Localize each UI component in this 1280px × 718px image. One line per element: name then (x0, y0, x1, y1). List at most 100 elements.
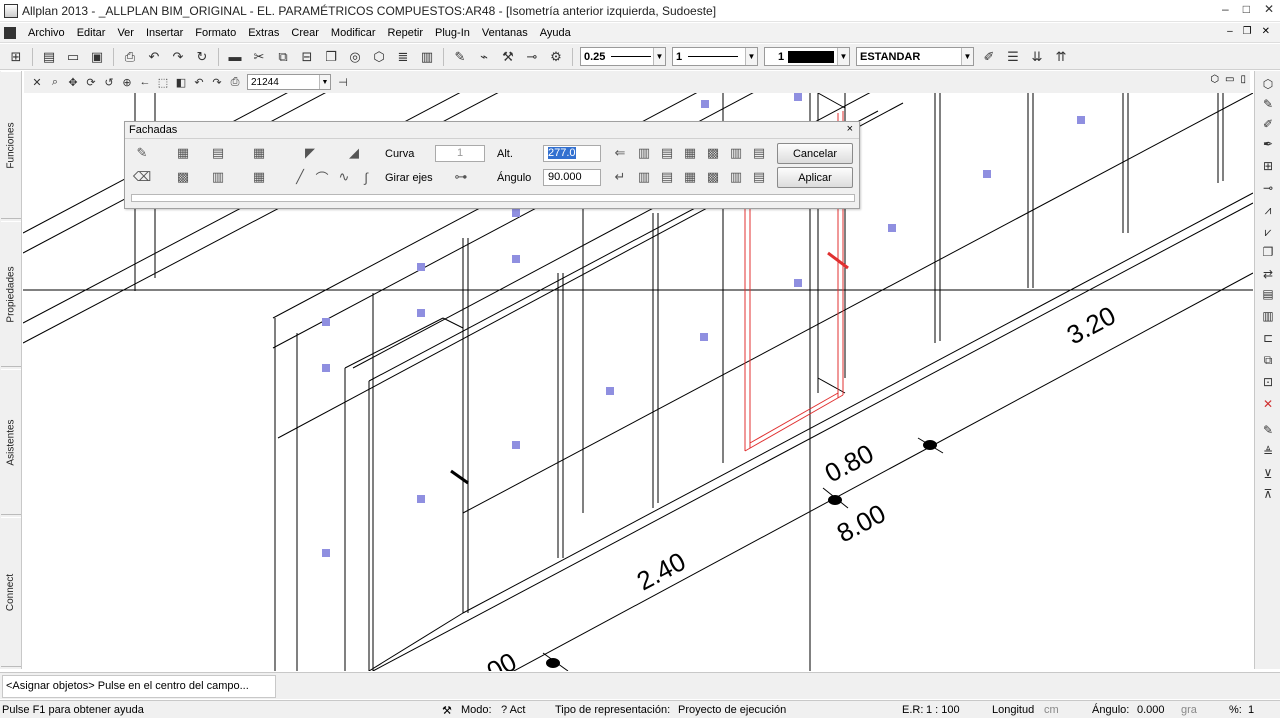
split-icon[interactable]: ◧ (173, 74, 189, 90)
facade-variant-icon[interactable]: ▤ (750, 168, 768, 186)
layers-icon[interactable]: ≣ (393, 47, 413, 67)
palette-tab-connect[interactable]: Connect (1, 517, 21, 667)
ruler-icon[interactable]: ▬ (225, 47, 245, 67)
pen-thickness-select[interactable]: 0.25 ▼ (580, 47, 666, 66)
copy-icon[interactable]: ❐ (1259, 243, 1277, 261)
height-input[interactable]: 277.0 (543, 145, 601, 162)
close-view-icon[interactable]: ✕ (29, 74, 45, 90)
select-icon[interactable]: ⬚ (155, 74, 171, 90)
edit-icon[interactable]: ✎ (1259, 421, 1277, 439)
bracket-icon[interactable]: ⊏ (1259, 329, 1277, 347)
triangle-left-icon[interactable]: ◤ (301, 144, 319, 162)
paste-icon[interactable]: ⊟ (297, 47, 317, 67)
return-icon[interactable]: ↵ (611, 168, 629, 186)
zoom-icon[interactable]: ⌕ (47, 74, 63, 90)
save-icon[interactable]: ▥ (417, 47, 437, 67)
pan-icon[interactable]: ✥ (65, 74, 81, 90)
brush-icon[interactable]: ⌁ (474, 47, 494, 67)
facade-variant-icon[interactable]: ▥ (727, 168, 745, 186)
sheet-view-icon[interactable]: ▭ (1225, 74, 1234, 85)
page-view-icon[interactable]: ▯ (1240, 74, 1246, 85)
menu-item-archivo[interactable]: Archivo (22, 27, 71, 39)
image-icon[interactable]: ▣ (87, 47, 107, 67)
pencil-icon[interactable]: ✐ (979, 47, 999, 67)
marker-icon[interactable]: ✐ (1259, 115, 1277, 133)
layout-icon[interactable]: ▤ (39, 47, 59, 67)
grid-icon[interactable]: ⊞ (6, 47, 26, 67)
cube-icon[interactable]: ⬡ (369, 47, 389, 67)
spline-icon[interactable]: ∫ (357, 168, 375, 186)
dialog-close-button[interactable]: × (847, 123, 853, 135)
delete-icon[interactable]: ✕ (1259, 395, 1277, 413)
menu-item-modificar[interactable]: Modificar (325, 27, 382, 39)
facade-variant-icon[interactable]: ▥ (635, 168, 653, 186)
mdi-restore-button[interactable]: ❐ (1243, 26, 1252, 37)
palette-tab-asistentes[interactable]: Asistentes (1, 369, 21, 515)
axis-slider-icon[interactable]: ⊶ (443, 168, 479, 186)
redo-icon[interactable]: ↷ (168, 47, 188, 67)
curve-input[interactable]: 1 (435, 145, 485, 162)
pin-icon[interactable]: ⊣ (335, 74, 351, 90)
facade-variant-icon[interactable]: ▥ (635, 144, 653, 162)
menu-item-crear[interactable]: Crear (285, 27, 325, 39)
wave-icon[interactable]: ∿ (335, 168, 353, 186)
symbol-icon[interactable]: ⬡ (1259, 75, 1277, 93)
scale-value[interactable]: 1 : 100 (926, 704, 960, 716)
print-icon[interactable]: ⎙ (120, 47, 140, 67)
layer-number-field[interactable]: 21244 ▼ (247, 74, 331, 90)
menu-item-plug-in[interactable]: Plug-In (429, 27, 476, 39)
menu-item-repetir[interactable]: Repetir (382, 27, 429, 39)
angle-input[interactable]: 90.000 (543, 169, 601, 186)
frame-icon[interactable]: ⊡ (1259, 373, 1277, 391)
facade-split-icon[interactable]: ▤ (209, 144, 227, 162)
document-icon[interactable] (4, 26, 16, 39)
copy-icon[interactable]: ⧉ (273, 47, 293, 67)
redraw-icon[interactable]: ↺ (101, 74, 117, 90)
facade-table-icon[interactable]: ▦ (241, 168, 277, 186)
arrow-left-icon[interactable]: ← (137, 74, 153, 90)
redo-view-icon[interactable]: ↷ (209, 74, 225, 90)
menu-item-extras[interactable]: Extras (242, 27, 285, 39)
stack-icon[interactable]: ☰ (1003, 47, 1023, 67)
minimize-button[interactable]: – (1222, 2, 1229, 16)
extend-icon[interactable]: ⊸ (1259, 179, 1277, 197)
layer-select[interactable]: ESTANDAR ▼ (856, 47, 974, 66)
facade-variant-icon[interactable]: ▩ (704, 144, 722, 162)
facade-variant-icon[interactable]: ▦ (681, 168, 699, 186)
split-icon[interactable]: ⊞ (1259, 157, 1277, 175)
settings-icon[interactable]: ⚙ (546, 47, 566, 67)
length-unit[interactable]: cm (1044, 704, 1059, 716)
swap-icon[interactable]: ⇄ (1259, 265, 1277, 283)
mirror-alt-icon[interactable]: ⩗ (1259, 223, 1277, 241)
line-type-select[interactable]: 1 ▼ (672, 47, 758, 66)
zoom-window-icon[interactable]: ⊕ (119, 74, 135, 90)
menu-item-ver[interactable]: Ver (111, 27, 140, 39)
mode-value[interactable]: ? Act (501, 704, 525, 716)
representation-value[interactable]: Proyecto de ejecución (678, 704, 786, 716)
cube-view-icon[interactable]: ⬡ (1210, 74, 1219, 85)
facade-variant-icon[interactable]: ▤ (658, 168, 676, 186)
mdi-minimize-button[interactable]: – (1227, 26, 1233, 37)
palette-tab-funciones[interactable]: Funciones (1, 71, 21, 219)
filter-up-icon[interactable]: ⊼ (1259, 485, 1277, 503)
undo-view-icon[interactable]: ↶ (191, 74, 207, 90)
mdi-close-button[interactable]: ✕ (1262, 26, 1270, 37)
refresh-icon[interactable]: ↻ (192, 47, 212, 67)
eraser-icon[interactable]: ⌫ (133, 168, 151, 186)
maximize-button[interactable]: □ (1243, 2, 1250, 16)
facade-grid-filled-icon[interactable]: ▩ (165, 168, 201, 186)
arc-icon[interactable]: ⌒ (313, 168, 331, 186)
angle-unit[interactable]: gra (1181, 704, 1197, 716)
arrow-left-icon[interactable]: ⇐ (611, 144, 629, 162)
triangle-right-icon[interactable]: ◢ (345, 144, 363, 162)
facade-variant-icon[interactable]: ▥ (727, 144, 745, 162)
undo-icon[interactable]: ↶ (144, 47, 164, 67)
window-icon[interactable]: ❐ (321, 47, 341, 67)
facade-pattern-icon[interactable]: ▦ (241, 144, 277, 162)
stack-down-icon[interactable]: ⇊ (1027, 47, 1047, 67)
stairs-alt-icon[interactable]: ▥ (1259, 307, 1277, 325)
menu-item-formato[interactable]: Formato (189, 27, 242, 39)
facade-variant-icon[interactable]: ▤ (658, 144, 676, 162)
facade-variant-icon[interactable]: ▦ (681, 144, 699, 162)
rotate-icon[interactable]: ⟳ (83, 74, 99, 90)
